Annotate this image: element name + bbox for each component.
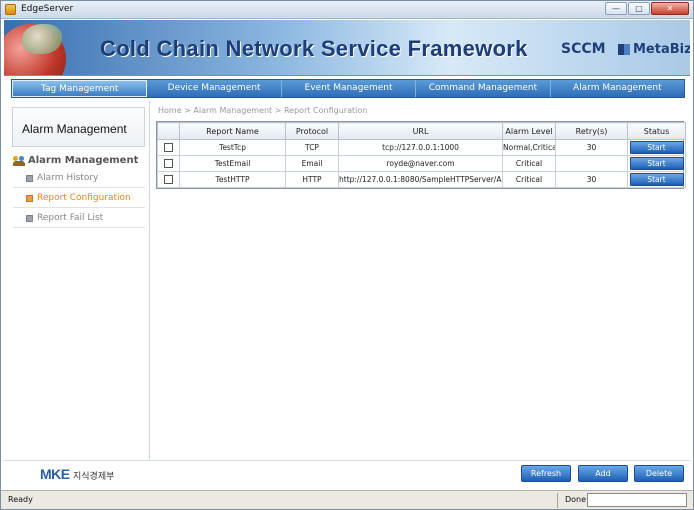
minimize-button[interactable]: — bbox=[605, 2, 627, 15]
breadcrumb: Home > Alarm Management > Report Configu… bbox=[158, 106, 368, 115]
status-done-text: Done bbox=[565, 495, 587, 504]
cell-alarm-level: Critical bbox=[502, 171, 556, 188]
nav-event-management[interactable]: Event Management bbox=[282, 80, 417, 97]
sidebar-item-report-fail-list[interactable]: Report Fail List bbox=[13, 209, 145, 228]
cell-report-name: TestEmail bbox=[179, 155, 286, 172]
column-header-status[interactable]: Status bbox=[627, 122, 686, 140]
delete-button[interactable]: Delete bbox=[634, 465, 684, 482]
header-banner: Cold Chain Network Service Framework SCC… bbox=[4, 20, 690, 76]
refresh-button[interactable]: Refresh bbox=[521, 465, 571, 482]
cell-retry: 30 bbox=[555, 171, 628, 188]
cell-alarm-level: Critical bbox=[502, 155, 556, 172]
metabiz-icon bbox=[618, 44, 630, 55]
main-content: Home > Alarm Management > Report Configu… bbox=[149, 101, 687, 459]
table-header-row: Report Name Protocol URL Alarm Level Ret… bbox=[157, 122, 686, 140]
column-header-report-name[interactable]: Report Name bbox=[179, 122, 286, 140]
nav-device-management[interactable]: Device Management bbox=[147, 80, 282, 97]
cell-retry bbox=[555, 155, 628, 172]
bullet-icon bbox=[26, 215, 33, 222]
table-row[interactable]: TestEmail Email royde@naver.com Critical… bbox=[157, 155, 686, 172]
cell-alarm-level: Normal,Critical bbox=[502, 139, 556, 156]
row-checkbox[interactable] bbox=[164, 175, 173, 185]
cell-report-name: TestHTTP bbox=[179, 171, 286, 188]
nav-command-management[interactable]: Command Management bbox=[416, 80, 551, 97]
mke-logo: MKE 지식경제부 bbox=[40, 466, 130, 484]
column-header-alarm-level[interactable]: Alarm Level bbox=[502, 122, 556, 140]
title-bar: EdgeServer — □ ✕ bbox=[1, 1, 693, 19]
bullet-icon bbox=[26, 195, 33, 202]
sidebar-item-label: Alarm History bbox=[37, 173, 99, 183]
bullet-icon bbox=[26, 175, 33, 182]
sidebar-header-title: Alarm Management bbox=[22, 122, 127, 136]
cell-protocol: TCP bbox=[285, 139, 339, 156]
column-header-protocol[interactable]: Protocol bbox=[285, 122, 339, 140]
sidebar-item-label: Report Configuration bbox=[37, 193, 131, 203]
start-button[interactable]: Start bbox=[629, 173, 684, 186]
cell-url: tcp://127.0.0.1:1000 bbox=[338, 139, 503, 156]
sccm-logo: SCCM bbox=[561, 41, 606, 57]
start-button[interactable]: Start bbox=[629, 141, 684, 154]
progress-bar bbox=[587, 493, 687, 507]
report-table: Report Name Protocol URL Alarm Level Ret… bbox=[156, 121, 686, 189]
table-row[interactable]: TestTcp TCP tcp://127.0.0.1:1000 Normal,… bbox=[157, 139, 686, 156]
app-title: Cold Chain Network Service Framework bbox=[100, 36, 528, 61]
main-nav: Tag Management Device Management Event M… bbox=[11, 79, 685, 98]
start-button[interactable]: Start bbox=[629, 157, 684, 170]
status-bar: Ready Done bbox=[1, 490, 693, 509]
sidebar-header: Alarm Management bbox=[12, 107, 145, 147]
cell-protocol: Email bbox=[285, 155, 339, 172]
cell-url: royde@naver.com bbox=[338, 155, 503, 172]
cell-url: http://127.0.0.1:8080/SampleHTTPServer/A… bbox=[338, 171, 503, 188]
cell-retry: 30 bbox=[555, 139, 628, 156]
app-window: EdgeServer — □ ✕ Cold Chain Network Serv… bbox=[0, 0, 694, 510]
row-checkbox[interactable] bbox=[164, 143, 173, 153]
banner-logo-image bbox=[22, 24, 62, 54]
users-icon bbox=[13, 156, 25, 166]
row-checkbox[interactable] bbox=[164, 159, 173, 169]
window-title: EdgeServer bbox=[21, 4, 74, 14]
metabiz-logo: MetaBiz bbox=[618, 42, 690, 57]
sidebar-section-label: Alarm Management bbox=[28, 155, 139, 166]
status-text: Ready bbox=[8, 495, 33, 504]
mke-logo-label: 지식경제부 bbox=[73, 472, 115, 482]
cell-protocol: HTTP bbox=[285, 171, 339, 188]
sidebar-section-alarm-management[interactable]: Alarm Management bbox=[13, 153, 145, 169]
sidebar-item-alarm-history[interactable]: Alarm History bbox=[13, 169, 145, 188]
mke-logo-mark: MKE bbox=[40, 466, 70, 482]
maximize-button[interactable]: □ bbox=[628, 2, 650, 15]
metabiz-text: MetaBiz bbox=[633, 42, 690, 57]
column-header-retry[interactable]: Retry(s) bbox=[555, 122, 628, 140]
table-row[interactable]: TestHTTP HTTP http://127.0.0.1:8080/Samp… bbox=[157, 171, 686, 188]
column-header-url[interactable]: URL bbox=[338, 122, 503, 140]
nav-alarm-management[interactable]: Alarm Management bbox=[551, 80, 684, 97]
sidebar-item-report-configuration[interactable]: Report Configuration bbox=[13, 189, 145, 208]
footer-bar: MKE 지식경제부 Refresh Add Delete bbox=[4, 460, 690, 488]
app-icon bbox=[5, 4, 16, 15]
cell-report-name: TestTcp bbox=[179, 139, 286, 156]
status-divider bbox=[557, 493, 558, 508]
add-button[interactable]: Add bbox=[578, 465, 628, 482]
column-header-select bbox=[157, 122, 180, 140]
sidebar-item-label: Report Fail List bbox=[37, 213, 104, 223]
close-button[interactable]: ✕ bbox=[651, 2, 689, 15]
nav-tag-management[interactable]: Tag Management bbox=[12, 80, 148, 97]
sidebar: Alarm Management Alarm Management Alarm … bbox=[11, 105, 147, 459]
